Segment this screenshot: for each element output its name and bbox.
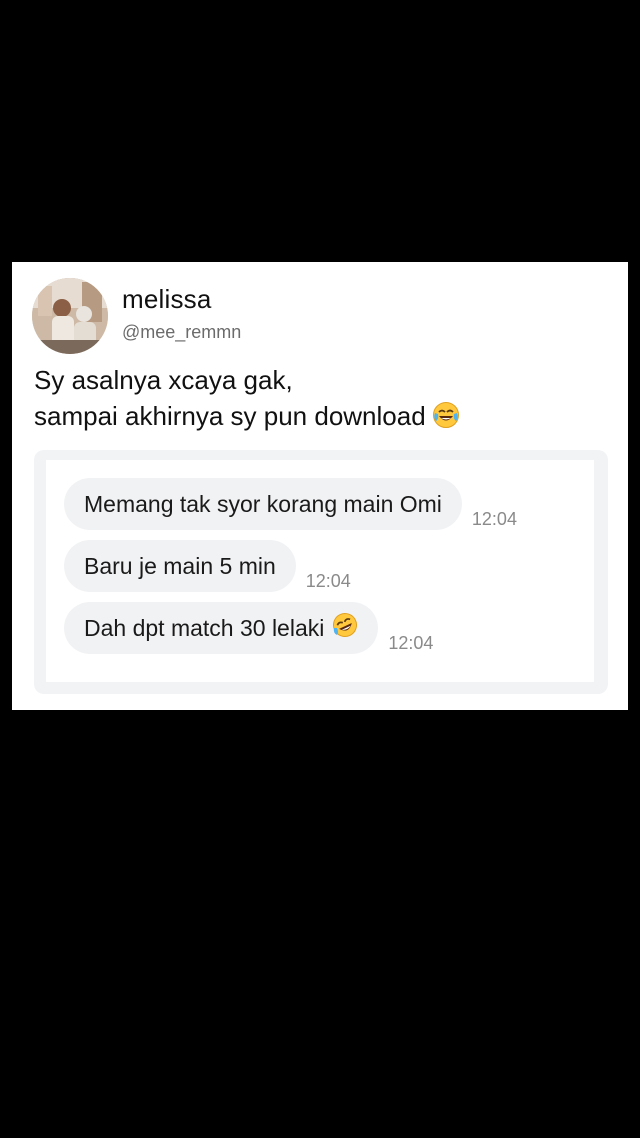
display-name[interactable]: melissa [122,284,212,315]
message-time: 12:04 [388,633,434,653]
message-bubble[interactable]: Baru je main 5 min [64,540,296,592]
tweet-card: melissa @mee_remmn Sy asalnya xcaya gak,… [12,262,628,710]
message-text: Memang tak syor korang main Omi [84,490,442,517]
message-bubble[interactable]: Memang tak syor korang main Omi [64,478,462,530]
tweet-text-line-1: Sy asalnya xcaya gak, [34,365,293,395]
message-time: 12:04 [305,571,351,591]
chat-screenshot: Memang tak syor korang main Omi 12:04 Ba… [34,450,608,694]
tweet-text-line-2: sampai akhirnya sy pun download [34,401,426,431]
message-row: Dah dpt match 30 lelaki 12:04 [64,602,433,654]
tweet-text-line-2-wrap: sampai akhirnya sy pun download [34,398,614,438]
message-text: Baru je main 5 min [84,552,276,579]
message-text: Dah dpt match 30 lelaki [84,614,325,641]
tweet-text: Sy asalnya xcaya gak, sampai akhirnya sy… [34,362,614,438]
screen: melissa @mee_remmn Sy asalnya xcaya gak,… [0,0,640,1138]
message-bubble[interactable]: Dah dpt match 30 lelaki [64,602,379,654]
avatar[interactable] [32,278,108,354]
handle[interactable]: @mee_remmn [122,322,241,343]
message-row: Memang tak syor korang main Omi 12:04 [64,478,517,530]
message-row: Baru je main 5 min 12:04 [64,540,351,592]
message-time: 12:04 [471,509,517,529]
face-with-tears-of-joy-icon [432,401,460,438]
rolling-on-floor-laughing-icon [332,612,358,644]
chat-panel: Memang tak syor korang main Omi 12:04 Ba… [46,460,594,682]
